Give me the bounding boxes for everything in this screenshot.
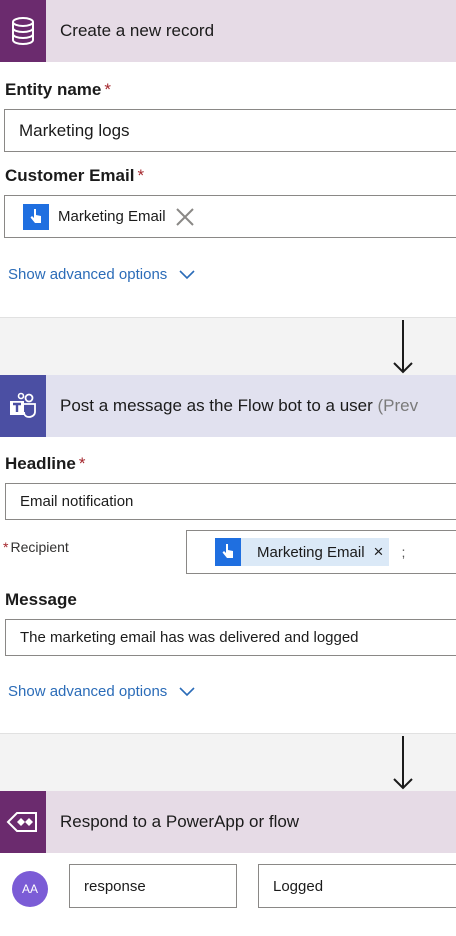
customer-email-token[interactable]: Marketing Email <box>23 203 196 230</box>
chevron-down-icon <box>179 269 195 279</box>
teams-post-title: Post a message as the Flow bot to a user… <box>60 396 419 415</box>
powerapps-icon <box>6 812 37 832</box>
database-icon <box>12 17 34 46</box>
show-advanced-label: Show advanced options <box>8 266 168 283</box>
database-icon-box <box>0 0 46 62</box>
dynamic-content-icon <box>215 538 241 566</box>
create-record-title: Create a new record <box>60 21 215 40</box>
output-value: Logged <box>273 877 324 895</box>
remove-token-icon[interactable]: × <box>374 542 384 562</box>
teams-icon-box <box>0 375 46 437</box>
required-mark: * <box>78 454 86 473</box>
respond-powerapp-header[interactable]: Respond to a PowerApp or flow <box>0 791 456 853</box>
avatar: AA <box>12 871 48 907</box>
step-connector-2 <box>0 733 456 791</box>
headline-input[interactable]: Email notification <box>5 483 456 520</box>
remove-token-icon[interactable] <box>174 206 196 228</box>
recipient-input[interactable]: Marketing Email × ; <box>186 530 456 574</box>
customer-email-label: Customer Email * <box>5 166 145 185</box>
recipient-label: * Recipient <box>3 539 69 555</box>
message-input[interactable]: The marketing email has was delivered an… <box>5 619 456 656</box>
customer-email-input[interactable]: Marketing Email <box>4 195 456 238</box>
dynamic-content-icon <box>23 203 49 230</box>
chevron-down-icon <box>179 686 195 696</box>
show-advanced-options-2[interactable]: Show advanced options <box>8 683 195 700</box>
arrow-down-icon <box>393 736 413 790</box>
required-mark: * <box>3 539 9 555</box>
teams-post-header[interactable]: Post a message as the Flow bot to a user… <box>0 375 456 437</box>
output-name-value: response <box>84 877 146 895</box>
recipient-token[interactable]: Marketing Email × <box>215 538 390 566</box>
teams-icon <box>10 392 36 418</box>
recipient-separator: ; <box>401 544 406 560</box>
step-connector-1 <box>0 317 456 375</box>
message-label: Message <box>5 590 77 609</box>
recipient-token-label: Marketing Email <box>257 543 365 561</box>
required-mark: * <box>104 80 111 99</box>
headline-value: Email notification <box>20 493 134 510</box>
powerapps-icon-box <box>0 791 46 853</box>
create-record-header[interactable]: Create a new record <box>0 0 456 62</box>
customer-email-token-label: Marketing Email <box>58 208 166 225</box>
output-name-input[interactable]: response <box>69 864 237 908</box>
entity-name-value: Marketing logs <box>19 120 130 140</box>
show-advanced-label: Show advanced options <box>8 683 168 700</box>
entity-name-input[interactable]: Marketing logs <box>4 109 456 152</box>
arrow-down-icon <box>393 320 413 374</box>
headline-label: Headline * <box>5 454 86 473</box>
respond-powerapp-title: Respond to a PowerApp or flow <box>60 812 300 831</box>
entity-name-label: Entity name * <box>5 80 111 99</box>
message-value: The marketing email has was delivered an… <box>20 629 359 646</box>
show-advanced-options-1[interactable]: Show advanced options <box>8 266 195 283</box>
output-value-input[interactable]: Logged <box>258 864 456 908</box>
required-mark: * <box>137 166 145 185</box>
